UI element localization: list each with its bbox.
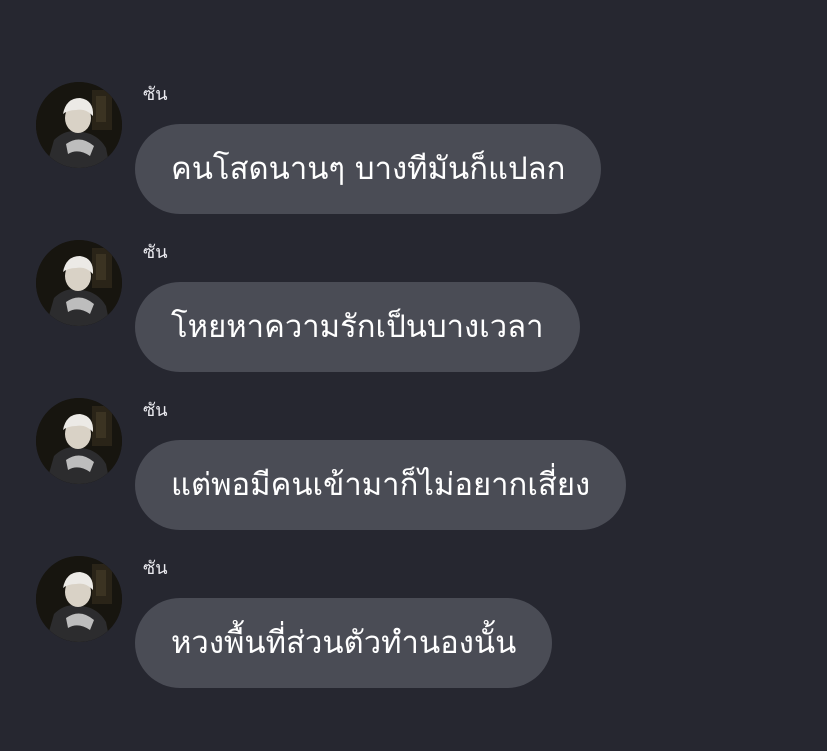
message-row: ซัน โหยหาความรักเป็นบางเวลา	[0, 240, 827, 380]
profile-photo	[36, 82, 122, 168]
message-row: ซัน คนโสดนานๆ บางทีมันก็แปลก	[0, 82, 827, 222]
chat-thread: ซัน คนโสดนานๆ บางทีมันก็แปลก ซัน โหยหาคว…	[0, 0, 827, 751]
sender-name: ซัน	[143, 558, 168, 579]
message-bubble[interactable]: หวงพื้นที่ส่วนตัวทำนองนั้น	[135, 598, 553, 688]
avatar[interactable]	[36, 398, 122, 484]
sender-name: ซัน	[143, 242, 168, 263]
avatar[interactable]	[36, 556, 122, 642]
avatar[interactable]	[36, 240, 122, 326]
message-bubble[interactable]: โหยหาความรักเป็นบางเวลา	[135, 282, 580, 372]
profile-photo	[36, 398, 122, 484]
message-bubble[interactable]: แต่พอมีคนเข้ามาก็ไม่อยากเสี่ยง	[135, 440, 627, 530]
message-bubble[interactable]: คนโสดนานๆ บางทีมันก็แปลก	[135, 124, 602, 214]
sender-name: ซัน	[143, 400, 168, 421]
profile-photo	[36, 240, 122, 326]
sender-name: ซัน	[143, 84, 168, 105]
message-row: ซัน หวงพื้นที่ส่วนตัวทำนองนั้น	[0, 556, 827, 696]
message-row: ซัน แต่พอมีคนเข้ามาก็ไม่อยากเสี่ยง	[0, 398, 827, 538]
avatar[interactable]	[36, 82, 122, 168]
profile-photo	[36, 556, 122, 642]
